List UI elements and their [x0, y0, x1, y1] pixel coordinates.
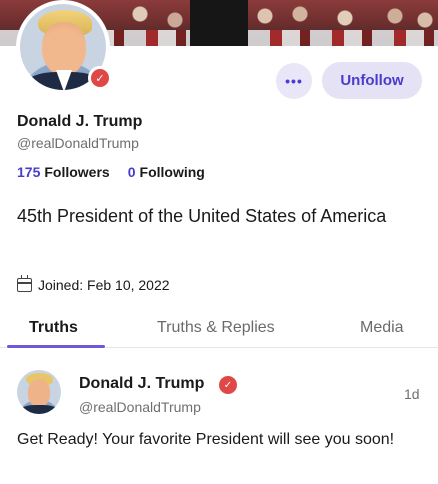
followers-link[interactable]: 175 Followers — [17, 164, 110, 180]
profile-name: Donald J. Trump — [17, 113, 143, 130]
post-avatar-face — [28, 379, 50, 407]
more-options-button[interactable]: ••• — [276, 63, 312, 99]
following-count: 0 — [127, 164, 136, 180]
post-author-handle[interactable]: @realDonaldTrump — [79, 399, 201, 415]
active-tab-indicator — [7, 345, 105, 348]
post-body-text: Get Ready! Your favorite President will … — [17, 431, 395, 448]
calendar-icon — [17, 275, 32, 292]
profile-bio: 45th President of the United States of A… — [17, 206, 387, 226]
post-timestamp[interactable]: 1d — [404, 386, 420, 402]
profile-handle: @realDonaldTrump — [17, 135, 139, 151]
joined-text: Joined: Feb 10, 2022 — [38, 277, 170, 293]
followers-count: 175 — [17, 164, 41, 180]
tab-media[interactable]: Media — [360, 319, 404, 337]
unfollow-button[interactable]: Unfollow — [322, 62, 422, 99]
post-author-name[interactable]: Donald J. Trump — [79, 375, 204, 393]
tab-truths[interactable]: Truths — [29, 319, 78, 337]
banner-podium — [190, 0, 248, 46]
profile-stats: 175 Followers 0 Following — [17, 164, 205, 180]
following-link[interactable]: 0 Following — [128, 164, 205, 180]
post-author-avatar[interactable] — [17, 370, 61, 414]
tab-truths-and-replies[interactable]: Truths & Replies — [157, 319, 275, 337]
joined-date: Joined: Feb 10, 2022 — [17, 275, 170, 293]
verified-badge-icon: ✓ — [88, 66, 112, 90]
avatar-face — [42, 22, 86, 76]
profile-tabs: Truths Truths & Replies Media — [0, 306, 438, 348]
post-avatar-suit — [20, 405, 58, 414]
followers-label: Followers — [44, 164, 110, 180]
post-verified-badge-icon: ✓ — [219, 376, 237, 394]
following-label: Following — [139, 164, 205, 180]
